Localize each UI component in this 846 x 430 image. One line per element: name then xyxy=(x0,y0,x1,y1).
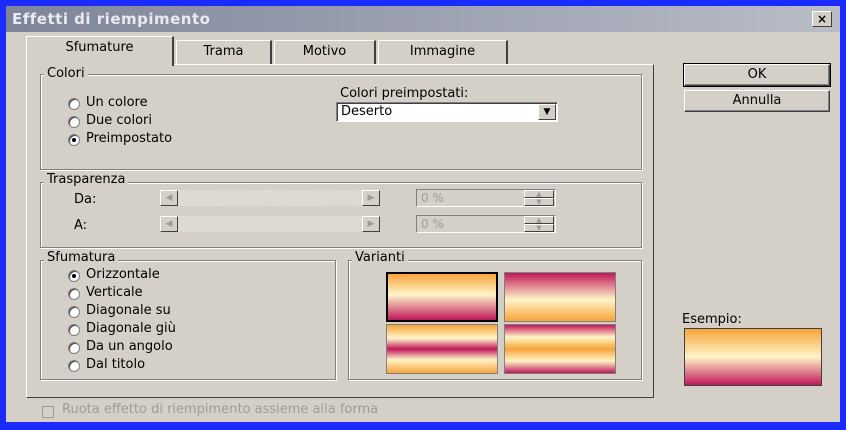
radio-da-un-angolo[interactable] xyxy=(68,342,80,354)
a-spin-up[interactable]: ▲ xyxy=(524,216,554,224)
colori-legend: Colori xyxy=(44,66,88,81)
sfumatura-legend: Sfumatura xyxy=(44,250,119,265)
tab-trama[interactable]: Trama xyxy=(176,40,272,64)
rotate-fill-label: Ruota effetto di riempimento assieme all… xyxy=(62,402,379,417)
rotate-fill-checkbox[interactable] xyxy=(42,406,54,418)
radio-due-colori[interactable] xyxy=(68,116,80,128)
a-scroll-left[interactable]: ◀ xyxy=(160,216,178,232)
example-preview xyxy=(684,328,822,386)
example-label: Esempio: xyxy=(682,312,742,327)
radio-orizzontale-label: Orizzontale xyxy=(86,267,160,282)
variant-1-swatch[interactable] xyxy=(386,272,498,322)
preset-colors-value: Deserto xyxy=(341,104,393,119)
window-title: Effetti di riempimento xyxy=(12,10,211,28)
radio-diagonale-su-label: Diagonale su xyxy=(86,303,171,318)
fill-effects-dialog: Effetti di riempimento × Sfumature Trama… xyxy=(6,6,840,422)
variant-3-swatch[interactable] xyxy=(386,324,498,374)
radio-un-colore[interactable] xyxy=(68,98,80,110)
trasparenza-legend: Trasparenza xyxy=(44,172,129,187)
da-slider-track[interactable] xyxy=(178,190,362,206)
a-spin-down[interactable]: ▼ xyxy=(524,224,554,232)
radio-dal-titolo-label: Dal titolo xyxy=(86,357,146,372)
da-percent-input[interactable]: 0 % ▲ ▼ xyxy=(416,189,556,207)
radio-diagonale-su[interactable] xyxy=(68,306,80,318)
radio-da-un-angolo-label: Da un angolo xyxy=(86,339,173,354)
da-label: Da: xyxy=(74,192,97,207)
tab-sfumature[interactable]: Sfumature xyxy=(26,36,174,66)
radio-diagonale-giu[interactable] xyxy=(68,324,80,336)
sfumatura-group xyxy=(40,260,336,380)
radio-verticale-label: Verticale xyxy=(86,285,143,300)
tab-motivo[interactable]: Motivo xyxy=(274,40,376,64)
a-label: A: xyxy=(74,218,88,233)
da-scroll-right[interactable]: ▶ xyxy=(362,190,380,206)
radio-verticale[interactable] xyxy=(68,288,80,300)
radio-due-colori-label: Due colori xyxy=(86,113,153,128)
variant-4-swatch[interactable] xyxy=(504,324,616,374)
close-button[interactable]: × xyxy=(812,11,832,27)
radio-dal-titolo[interactable] xyxy=(68,360,80,372)
preset-colors-select[interactable]: Deserto ▼ xyxy=(336,102,558,122)
da-spin-up[interactable]: ▲ xyxy=(524,190,554,198)
radio-orizzontale[interactable] xyxy=(68,270,80,282)
radio-preimpostato-label: Preimpostato xyxy=(86,131,173,146)
title-bar: Effetti di riempimento × xyxy=(6,6,840,32)
tab-immagine[interactable]: Immagine xyxy=(378,40,508,64)
radio-un-colore-label: Un colore xyxy=(86,95,148,110)
variant-2-swatch[interactable] xyxy=(504,272,616,322)
a-percent-input[interactable]: 0 % ▲ ▼ xyxy=(416,215,556,233)
a-slider-track[interactable] xyxy=(178,216,362,232)
preset-colors-label: Colori preimpostati: xyxy=(340,86,469,101)
a-percent-value: 0 % xyxy=(421,217,444,231)
a-scroll-right[interactable]: ▶ xyxy=(362,216,380,232)
da-percent-value: 0 % xyxy=(421,191,444,205)
varianti-legend: Varianti xyxy=(352,250,408,265)
da-spin-down[interactable]: ▼ xyxy=(524,198,554,206)
radio-diagonale-giu-label: Diagonale giù xyxy=(86,321,176,336)
da-scroll-left[interactable]: ◀ xyxy=(160,190,178,206)
ok-button[interactable]: OK xyxy=(683,63,831,87)
chevron-down-icon[interactable]: ▼ xyxy=(538,104,556,120)
cancel-button[interactable]: Annulla xyxy=(684,90,830,112)
radio-preimpostato[interactable] xyxy=(68,134,80,146)
